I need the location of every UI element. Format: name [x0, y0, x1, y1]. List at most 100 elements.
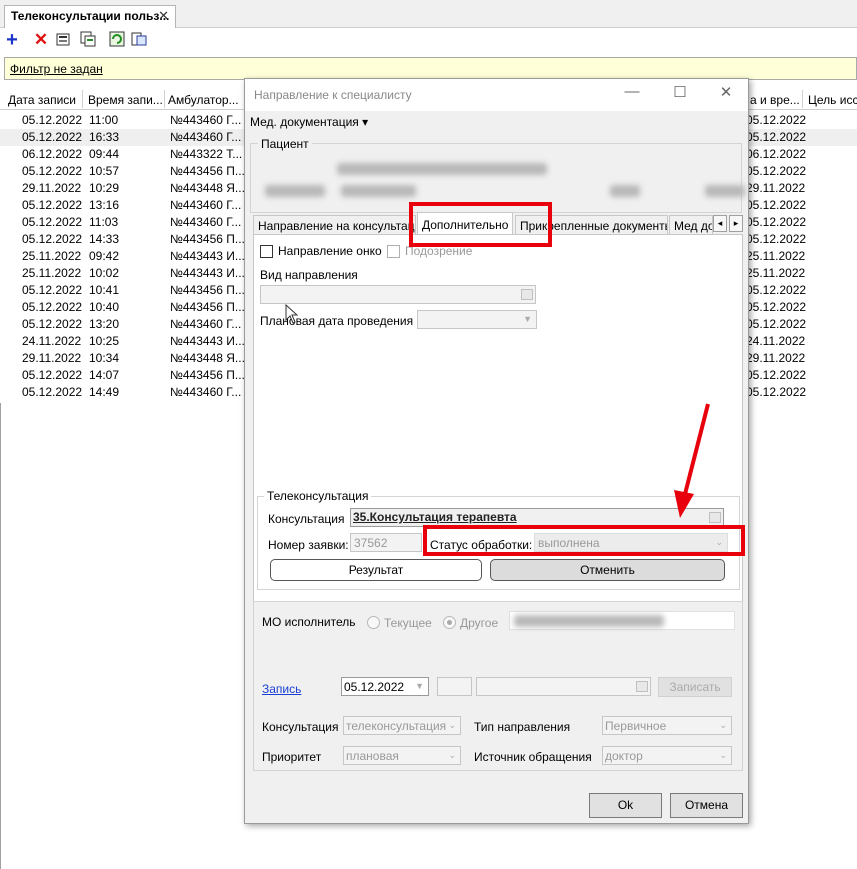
cell-date: 05.12.2022	[22, 232, 83, 246]
mo-label: МО исполнитель	[262, 615, 356, 629]
col-date[interactable]: Дата записи	[8, 93, 82, 107]
chevron-down-icon[interactable]: ⌄	[448, 720, 456, 731]
annotation-box-tab	[409, 202, 552, 247]
cell-date: 24.11.2022	[22, 334, 82, 348]
chevron-down-icon[interactable]: ▼	[415, 681, 424, 691]
source-label: Источник обращения	[474, 750, 592, 764]
cell-right: 24.11.2022	[746, 334, 806, 348]
cell-amb: №443460 Г...	[170, 215, 242, 229]
priority-value: плановая	[346, 749, 399, 763]
tab-med-docs[interactable]: Мед док	[669, 215, 713, 235]
close-icon[interactable]: ✕	[158, 8, 169, 24]
tab-teleconsultations[interactable]: Телеконсультации польз... ✕	[4, 5, 176, 28]
col-date-right[interactable]: а и вре...	[750, 93, 802, 107]
mouse-cursor-icon	[285, 304, 299, 324]
close-icon[interactable]: ✕	[711, 83, 741, 105]
req-num-label: Номер заявки:	[268, 538, 349, 552]
maximize-icon[interactable]: ☐	[665, 83, 695, 105]
ellipsis-icon[interactable]	[636, 681, 648, 692]
cell-amb: №443448 Я...	[170, 351, 245, 365]
plan-date-field[interactable]: ▼	[417, 310, 537, 329]
annotation-arrow-icon	[674, 403, 710, 518]
chevron-down-icon[interactable]: ⌄	[719, 720, 727, 731]
onco-checkbox[interactable]	[260, 245, 273, 258]
konsult-value: телеконсультация	[346, 719, 447, 733]
cell-amb: №443460 Г...	[170, 317, 242, 331]
chevron-down-icon[interactable]: ▼	[523, 314, 532, 324]
suspect-checkbox[interactable]	[387, 245, 400, 258]
vid-label: Вид направления	[260, 268, 358, 282]
delete-icon[interactable]: ✕	[32, 31, 50, 49]
cell-time: 10:25	[89, 334, 120, 348]
patient-name-redacted	[337, 163, 547, 175]
cell-date: 05.12.2022	[22, 130, 83, 144]
cell-right: 05.12.2022	[746, 164, 807, 178]
cancel-button[interactable]: Отмена	[670, 793, 743, 818]
copy-icon[interactable]	[79, 31, 97, 49]
med-docs-menu[interactable]: Мед. документация ▾	[250, 115, 368, 129]
radio-current[interactable]	[367, 616, 380, 629]
refresh-icon[interactable]	[108, 31, 126, 49]
tip-field[interactable]: Первичное ⌄	[602, 716, 732, 735]
patient-group-label: Пациент	[258, 137, 312, 151]
cell-date: 25.11.2022	[22, 266, 82, 280]
chevron-down-icon[interactable]: ⌄	[719, 750, 727, 761]
cell-amb: №443443 И...	[170, 334, 245, 348]
cell-amb: №443460 Г...	[170, 198, 242, 212]
tabs-scroll-right-icon[interactable]: ▸	[729, 215, 743, 232]
zapis-time-field[interactable]	[437, 677, 472, 696]
cell-right: 06.12.2022	[746, 147, 807, 161]
ok-button[interactable]: Ok	[589, 793, 662, 818]
cell-date: 05.12.2022	[22, 368, 83, 382]
zapis-date-field[interactable]: 05.12.2022 ▼	[341, 677, 429, 696]
ellipsis-icon[interactable]	[521, 289, 533, 300]
cell-amb: №443443 И...	[170, 249, 245, 263]
edit-icon[interactable]	[55, 31, 73, 49]
cell-right: 05.12.2022	[746, 283, 807, 297]
radio-other[interactable]	[443, 616, 456, 629]
onco-label: Направление онко	[278, 244, 382, 258]
cell-time: 14:07	[89, 368, 120, 382]
req-num-field[interactable]: 37562	[350, 533, 422, 552]
zapisat-button[interactable]: Записать	[658, 677, 732, 697]
zapis-slot-field[interactable]	[476, 677, 651, 696]
source-field[interactable]: доктор ⌄	[602, 746, 732, 765]
cell-date: 06.12.2022	[22, 147, 83, 161]
tip-label: Тип направления	[474, 720, 571, 734]
consult-value[interactable]: 35.Консультация терапевта	[353, 510, 517, 524]
cell-date: 05.12.2022	[22, 317, 83, 331]
cell-amb: №443460 Г...	[170, 113, 242, 127]
plus-icon[interactable]: +	[3, 30, 21, 50]
cell-right: 25.11.2022	[746, 266, 806, 280]
cell-amb: №443448 Я...	[170, 181, 245, 195]
zapis-link[interactable]: Запись	[262, 682, 301, 696]
cell-right: 05.12.2022	[746, 198, 807, 212]
tab-label: Телеконсультации польз...	[11, 9, 170, 23]
mo-field[interactable]	[509, 611, 735, 630]
priority-field[interactable]: плановая ⌄	[343, 746, 461, 765]
cancel-tele-button[interactable]: Отменить	[490, 559, 725, 581]
patient-dob-redacted	[341, 185, 416, 197]
cell-date: 05.12.2022	[22, 283, 83, 297]
col-time[interactable]: Время запи...	[88, 93, 162, 107]
radio-other-label: Другое	[460, 616, 499, 630]
tabs-scroll-left-icon[interactable]: ◂	[713, 215, 727, 232]
cell-amb: №443456 П...	[170, 368, 245, 382]
konsult-field[interactable]: телеконсультация ⌄	[343, 716, 461, 735]
col-goal[interactable]: Цель исс	[808, 93, 857, 107]
plan-date-label: Плановая дата проведения	[260, 314, 414, 328]
tab-referral[interactable]: Направление на консультацию	[253, 215, 416, 235]
minimize-icon[interactable]: —	[617, 83, 647, 105]
cell-date: 05.12.2022	[22, 300, 83, 314]
result-button[interactable]: Результат	[270, 559, 482, 581]
cell-time: 09:42	[89, 249, 120, 263]
col-amb[interactable]: Амбулатор...	[168, 93, 242, 107]
cell-right: 05.12.2022	[746, 130, 807, 144]
cell-right: 05.12.2022	[746, 215, 807, 229]
cell-time: 11:00	[89, 113, 119, 127]
chevron-down-icon[interactable]: ⌄	[448, 750, 456, 761]
cell-time: 16:33	[89, 130, 120, 144]
vid-field[interactable]	[260, 285, 536, 304]
filter-link[interactable]: Фильтр не задан	[10, 62, 103, 76]
export-icon[interactable]	[130, 31, 148, 49]
